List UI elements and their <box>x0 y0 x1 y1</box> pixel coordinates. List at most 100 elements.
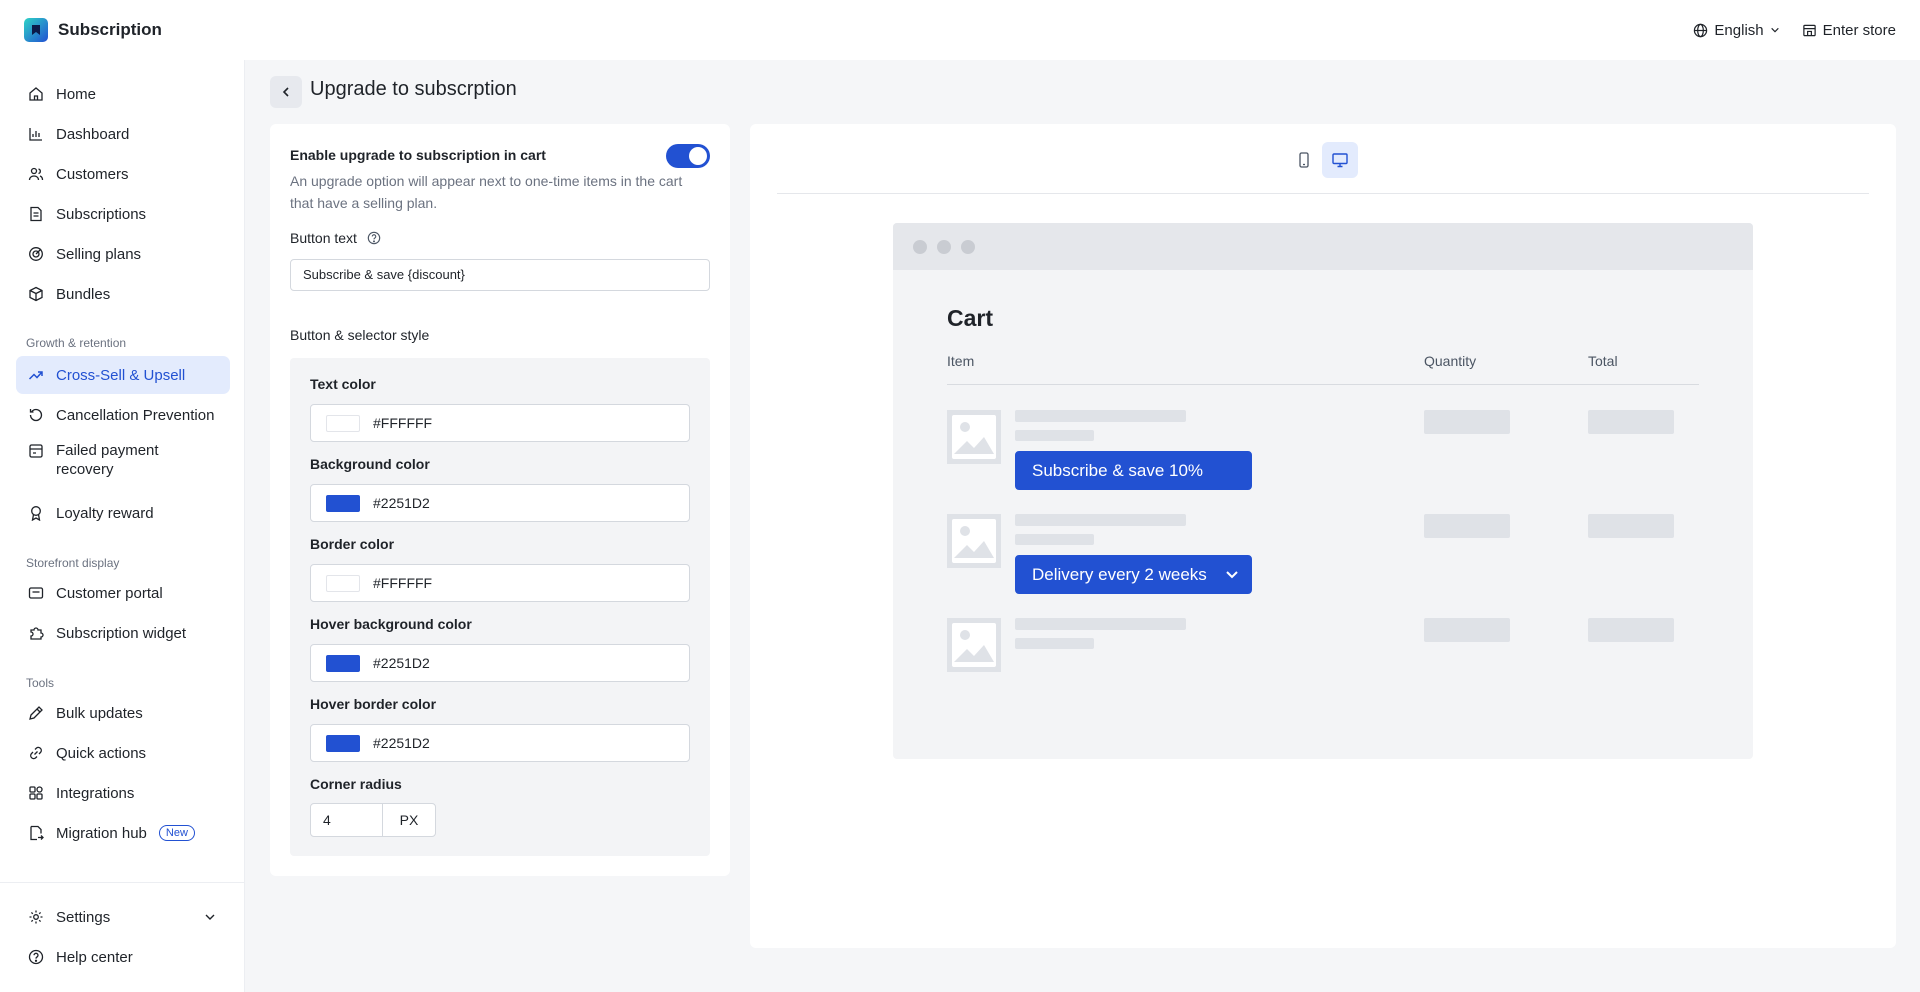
sidebar-item-customer-portal[interactable]: Customer portal <box>16 574 230 612</box>
enable-upgrade-description: An upgrade option will appear next to on… <box>290 173 683 211</box>
color-value: #FFFFFF <box>373 415 433 431</box>
sidebar-item-label: Home <box>56 85 97 103</box>
border-color-field[interactable]: #FFFFFF <box>310 564 690 602</box>
corner-radius-value[interactable]: 4 <box>311 804 383 836</box>
sidebar-item-integrations[interactable]: Integrations <box>16 774 230 812</box>
color-swatch[interactable] <box>326 495 360 512</box>
enter-store-button[interactable]: Enter store <box>1802 22 1896 39</box>
column-total: Total <box>1588 353 1618 369</box>
skeleton-line <box>1015 618 1186 630</box>
sidebar-item-migration-hub[interactable]: Migration hub New <box>16 814 230 852</box>
sidebar-item-home[interactable]: Home <box>16 75 230 113</box>
enable-upgrade-toggle[interactable] <box>666 144 710 168</box>
app-title: Subscription <box>58 20 162 39</box>
sidebar-item-failed-payment[interactable]: Failed payment recovery <box>16 436 230 484</box>
payment-icon <box>28 443 44 459</box>
sidebar-item-label: Bundles <box>56 285 111 303</box>
corner-radius-input[interactable]: 4 PX <box>310 803 436 837</box>
column-item: Item <box>947 353 975 369</box>
award-icon <box>28 505 44 521</box>
sidebar-item-loyalty-reward[interactable]: Loyalty reward <box>16 494 230 532</box>
sidebar-item-settings[interactable]: Settings <box>16 898 230 936</box>
preview-divider <box>777 193 1869 194</box>
hover-border-color-label: Hover border color <box>310 696 437 712</box>
language-label: English <box>1714 21 1764 39</box>
background-color-label: Background color <box>310 456 430 472</box>
trending-up-icon <box>28 367 44 383</box>
bar-chart-icon <box>28 126 44 142</box>
enter-store-label: Enter store <box>1822 21 1896 39</box>
puzzle-icon <box>28 625 44 641</box>
sidebar-item-cross-sell[interactable]: Cross-Sell & Upsell <box>16 356 230 394</box>
skeleton-quantity <box>1424 410 1510 434</box>
sidebar-item-dashboard[interactable]: Dashboard <box>16 115 230 153</box>
style-settings-box: Text color #FFFFFF Background color #225… <box>290 358 710 856</box>
sidebar-item-label: Help center <box>56 948 133 966</box>
color-value: #2251D2 <box>373 495 430 511</box>
sidebar-item-help-center[interactable]: Help center <box>16 938 230 976</box>
store-icon <box>1802 24 1816 36</box>
text-color-field[interactable]: #FFFFFF <box>310 404 690 442</box>
desktop-preview-button[interactable] <box>1322 142 1358 178</box>
app-logo-icon <box>24 18 48 42</box>
color-swatch[interactable] <box>326 735 360 752</box>
sidebar-item-label: Integrations <box>56 784 135 802</box>
color-swatch[interactable] <box>326 655 360 672</box>
sidebar-item-cancellation-prevention[interactable]: Cancellation Prevention <box>16 396 230 434</box>
browser-mockup: Cart Item Quantity Total Subscribe & sav… <box>893 223 1753 759</box>
sidebar-item-bundles[interactable]: Bundles <box>16 275 230 313</box>
pencil-icon <box>28 705 44 721</box>
box-icon <box>28 286 44 302</box>
back-button[interactable] <box>270 76 302 108</box>
sidebar-item-label: Subscriptions <box>56 205 147 223</box>
users-icon <box>28 166 44 182</box>
corner-radius-unit: PX <box>399 812 419 828</box>
color-swatch[interactable] <box>326 575 360 592</box>
sidebar-item-bulk-updates[interactable]: Bulk updates <box>16 694 230 732</box>
background-color-field[interactable]: #2251D2 <box>310 484 690 522</box>
skeleton-line <box>1015 514 1186 526</box>
section-tools: Tools <box>26 676 55 690</box>
sidebar-item-subscription-widget[interactable]: Subscription widget <box>16 614 230 652</box>
sidebar-item-label: Customer portal <box>56 584 163 602</box>
sidebar-item-label: Cancellation Prevention <box>56 406 215 424</box>
language-selector[interactable]: English <box>1693 22 1779 39</box>
chevron-left-icon <box>282 87 289 97</box>
sidebar-item-quick-actions[interactable]: Quick actions <box>16 734 230 772</box>
color-value: #2251D2 <box>373 735 430 751</box>
sidebar-item-label: Bulk updates <box>56 704 143 722</box>
delivery-frequency-select-preview[interactable]: Delivery every 2 weeks <box>1015 555 1252 594</box>
globe-icon <box>1694 23 1708 37</box>
color-value: #FFFFFF <box>373 575 433 591</box>
gear-icon <box>28 909 44 925</box>
hover-border-color-field[interactable]: #2251D2 <box>310 724 690 762</box>
sidebar-item-label: Quick actions <box>56 744 147 762</box>
home-icon <box>28 86 44 102</box>
window-dot <box>961 240 975 254</box>
color-swatch[interactable] <box>326 415 360 432</box>
skeleton-line <box>1015 410 1186 422</box>
sidebar-item-customers[interactable]: Customers <box>16 155 230 193</box>
sidebar-item-label: Dashboard <box>56 125 130 143</box>
chevron-down-icon <box>1226 571 1238 579</box>
button-text-input[interactable]: Subscribe & save {discount} <box>290 259 710 291</box>
skeleton-total <box>1588 514 1674 538</box>
section-storefront: Storefront display <box>26 556 120 570</box>
sidebar-item-subscriptions[interactable]: Subscriptions <box>16 195 230 233</box>
sidebar-item-selling-plans[interactable]: Selling plans <box>16 235 230 273</box>
new-badge: New <box>158 825 195 841</box>
sidebar-divider <box>0 882 245 883</box>
sidebar-item-label: Selling plans <box>56 245 142 263</box>
color-value: #2251D2 <box>373 655 430 671</box>
hover-background-color-field[interactable]: #2251D2 <box>310 644 690 682</box>
page-title: Upgrade to subscrption <box>310 78 517 100</box>
mobile-preview-button[interactable] <box>1286 142 1322 178</box>
link-icon <box>28 745 44 761</box>
cart-header-divider <box>947 384 1699 385</box>
sidebar-item-label: Loyalty reward <box>56 504 154 522</box>
skeleton-line <box>1015 638 1094 649</box>
mobile-icon <box>1299 152 1309 168</box>
portal-icon <box>28 585 44 601</box>
border-color-label: Border color <box>310 536 395 552</box>
subscribe-save-button-preview[interactable]: Subscribe & save 10% <box>1015 451 1252 490</box>
